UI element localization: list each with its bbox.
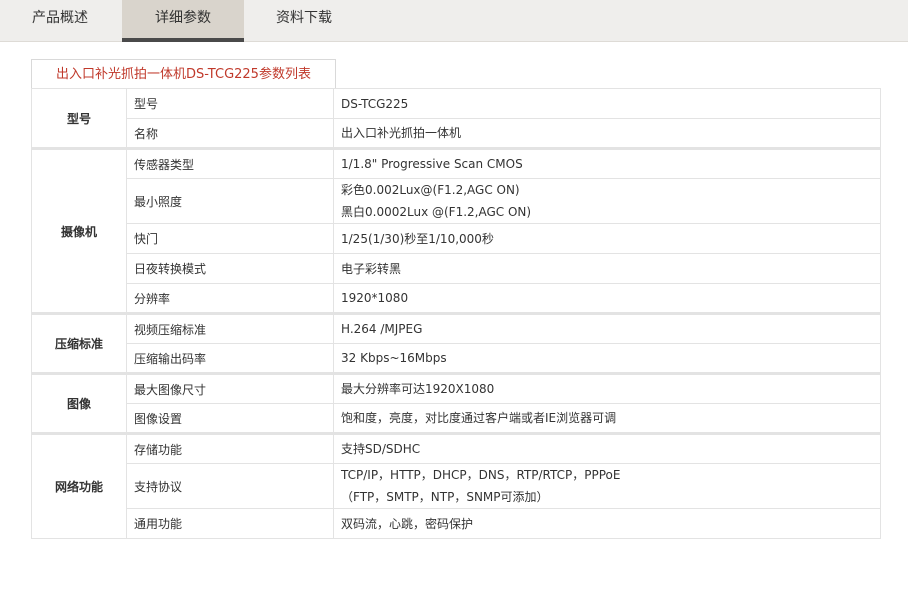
spec-group-label: 图像 [31, 372, 127, 434]
spec-value-line: 1/25(1/30)秒至1/10,000秒 [341, 231, 494, 246]
spec-param-value: 双码流，心跳，密码保护 [333, 508, 881, 539]
table-row: 支持协议 TCP/IP，HTTP，DHCP，DNS，RTP/RTCP，PPPoE （… [32, 463, 881, 509]
spec-param-value: H.264 /MJPEG [333, 312, 881, 344]
spec-group-label: 摄像机 [31, 147, 127, 314]
spec-param-name: 图像设置 [126, 403, 334, 434]
spec-value-line: 出入口补光抓拍一体机 [341, 126, 462, 140]
spec-param-name: 型号 [126, 88, 334, 119]
spec-value-line: TCP/IP，HTTP，DHCP，DNS，RTP/RTCP，PPPoE [341, 468, 621, 482]
spec-value-line: 双码流，心跳，密码保护 [341, 516, 474, 531]
spec-param-value: 出入口补光抓拍一体机 [333, 118, 881, 149]
spec-param-name: 日夜转换模式 [126, 253, 334, 284]
spec-value-line: 支持SD/SDHC [341, 442, 421, 456]
table-row: 日夜转换模式 电子彩转黑 [32, 253, 881, 284]
table-row: 最小照度 彩色0.002Lux@(F1.2,AGC ON) 黑白0.0002Lux … [32, 178, 881, 224]
tab-product-overview[interactable]: 产品概述 [0, 0, 122, 42]
tab-downloads[interactable]: 资料下载 [244, 0, 366, 42]
spec-param-name: 最大图像尺寸 [126, 372, 334, 404]
spec-group-label: 压缩标准 [31, 312, 127, 374]
spec-value-line: （FTP，SMTP，NTP，SNMP可添加） [341, 490, 549, 504]
table-row: 通用功能 双码流，心跳，密码保护 [32, 508, 881, 539]
spec-param-value: 电子彩转黑 [333, 253, 881, 284]
spec-param-value: TCP/IP，HTTP，DHCP，DNS，RTP/RTCP，PPPoE （FTP，… [333, 463, 881, 509]
spec-value-line: 1920*1080 [341, 291, 409, 305]
spec-param-value: 1920*1080 [333, 283, 881, 314]
spec-value-line: 32 Kbps~16Mbps [341, 351, 447, 365]
table-row: 型号 型号 DS-TCG225 [31, 88, 881, 149]
spec-value-line: H.264 /MJPEG [341, 322, 423, 336]
table-row: 网络功能 存储功能 支持SD/SDHC [31, 432, 881, 539]
table-row: 压缩标准 视频压缩标准 H.264 /MJPEG [31, 312, 881, 374]
spec-table: 型号 型号 DS-TCG225 名称 出入口补光抓拍一体机 摄像机 传感器类型 1/1.8" … [31, 88, 881, 539]
spec-param-value: 彩色0.002Lux@(F1.2,AGC ON) 黑白0.0002Lux @(F1… [333, 178, 881, 224]
spec-group-label: 网络功能 [31, 432, 127, 539]
tab-bar: 产品概述 详细参数 资料下载 [0, 0, 908, 42]
table-row: 图像设置 饱和度，亮度，对比度通过客户端或者IE浏览器可调 [32, 403, 881, 434]
spec-value-line: 最大分辨率可达1920X1080 [341, 382, 495, 396]
spec-param-name: 传感器类型 [126, 147, 334, 179]
spec-value-line: 饱和度，亮度，对比度通过客户端或者IE浏览器可调 [341, 411, 617, 425]
spec-param-name: 支持协议 [126, 463, 334, 509]
table-row: 名称 出入口补光抓拍一体机 [32, 118, 881, 149]
spec-value-line: 彩色0.002Lux@(F1.2,AGC ON) [341, 183, 520, 197]
spec-param-name: 存储功能 [126, 432, 334, 464]
spec-param-value: 饱和度，亮度，对比度通过客户端或者IE浏览器可调 [333, 403, 881, 434]
spec-param-value: 32 Kbps~16Mbps [333, 343, 881, 374]
spec-param-value: DS-TCG225 [333, 88, 881, 119]
spec-param-value: 1/1.8" Progressive Scan CMOS [333, 147, 881, 179]
spec-param-value: 1/25(1/30)秒至1/10,000秒 [333, 223, 881, 254]
table-row: 压缩输出码率 32 Kbps~16Mbps [32, 343, 881, 374]
table-row: 分辨率 1920*1080 [32, 283, 881, 314]
spec-param-value: 最大分辨率可达1920X1080 [333, 372, 881, 404]
spec-param-name: 分辨率 [126, 283, 334, 314]
table-row: 图像 最大图像尺寸 最大分辨率可达1920X1080 [31, 372, 881, 434]
spec-param-name: 快门 [126, 223, 334, 254]
spec-list-title: 出入口补光抓拍一体机DS-TCG225参数列表 [31, 59, 336, 89]
spec-param-name: 最小照度 [126, 178, 334, 224]
spec-param-name: 压缩输出码率 [126, 343, 334, 374]
spec-value-line: 黑白0.0002Lux @(F1.2,AGC ON) [341, 205, 532, 219]
table-row: 摄像机 传感器类型 1/1.8" Progressive Scan CMOS [31, 147, 881, 314]
spec-param-name: 名称 [126, 118, 334, 149]
spec-value-line: 1/1.8" Progressive Scan CMOS [341, 157, 523, 171]
spec-param-name: 视频压缩标准 [126, 312, 334, 344]
spec-value-line: 电子彩转黑 [341, 261, 402, 276]
tab-detailed-specs[interactable]: 详细参数 [122, 0, 244, 42]
spec-value-line: DS-TCG225 [341, 96, 409, 111]
table-row: 快门 1/25(1/30)秒至1/10,000秒 [32, 223, 881, 254]
spec-group-label: 型号 [31, 88, 127, 149]
spec-param-name: 通用功能 [126, 508, 334, 539]
spec-param-value: 支持SD/SDHC [333, 432, 881, 464]
